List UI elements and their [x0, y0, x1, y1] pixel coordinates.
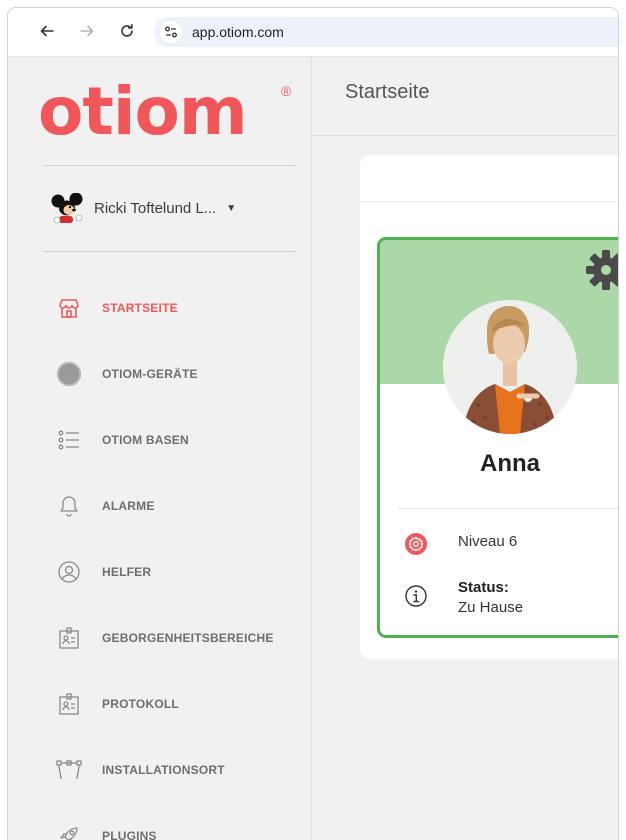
- browser-window: app.otiom.com otiom ® Ricki Toftelund L.…: [7, 7, 619, 840]
- avatar: [50, 192, 90, 224]
- sidebar-item-otiom-basen[interactable]: OTIOM BASEN: [56, 425, 306, 455]
- reload-icon: [121, 24, 133, 37]
- id-badge-icon: [56, 625, 82, 651]
- rocket-icon: [56, 823, 82, 840]
- gear-icon[interactable]: [584, 248, 618, 297]
- sidebar-item-installationsort[interactable]: INSTALLATIONSORT: [56, 755, 306, 785]
- sidebar-item-label: PROTOKOLL: [102, 697, 179, 711]
- arrow-right-icon: [80, 25, 94, 37]
- caret-down-icon: ▼: [226, 202, 237, 214]
- device-circle-icon: [56, 361, 82, 387]
- sidebar-item-alarme[interactable]: ALARME: [56, 491, 306, 521]
- level-text: Niveau 6: [458, 533, 518, 550]
- status-row: Status: Zu Hause: [404, 578, 523, 618]
- user-menu[interactable]: Ricki Toftelund L... ▼: [50, 192, 290, 224]
- sidebar-item-label: PLUGINS: [102, 829, 157, 840]
- route-icon: [56, 757, 82, 783]
- page-header: Startseite: [312, 57, 618, 136]
- bell-icon: [56, 493, 82, 519]
- panel-divider: [360, 201, 618, 202]
- sidebar: otiom ® Ricki Toftelund L... ▼ STARTSEIT…: [8, 57, 312, 840]
- person-name: Anna: [480, 450, 540, 477]
- status-value: Zu Hause: [458, 599, 524, 616]
- sidebar-item-label: OTIOM BASEN: [102, 433, 189, 447]
- registered-mark: ®: [281, 83, 292, 99]
- url-text[interactable]: app.otiom.com: [192, 24, 284, 40]
- active-indicator: [295, 285, 311, 317]
- sidebar-item-startseite[interactable]: STARTSEITE: [56, 293, 306, 323]
- back-button[interactable]: [36, 20, 58, 42]
- reload-button[interactable]: [116, 20, 138, 42]
- id-badge-icon: [56, 691, 82, 717]
- otiom-logo[interactable]: otiom: [38, 79, 248, 145]
- page-title: Startseite: [345, 81, 430, 103]
- user-circle-icon: [56, 559, 82, 585]
- sidebar-item-label: HELFER: [102, 565, 152, 579]
- address-bar[interactable]: app.otiom.com: [154, 17, 618, 47]
- sidebar-item-otiom-geraete[interactable]: OTIOM-GERÄTE: [56, 359, 306, 389]
- sidebar-item-protokoll[interactable]: PROTOKOLL: [56, 689, 306, 719]
- arrow-left-icon: [40, 25, 54, 37]
- list-icon: [56, 427, 82, 453]
- sidebar-item-label: OTIOM-GERÄTE: [102, 367, 198, 381]
- level-gear-icon: [404, 532, 428, 556]
- sidebar-item-label: ALARME: [102, 499, 155, 513]
- sidebar-divider: [43, 165, 295, 166]
- status-label: Status:: [458, 579, 509, 596]
- site-settings-icon[interactable]: [160, 21, 182, 43]
- user-name: Ricki Toftelund L...: [94, 199, 217, 217]
- info-icon: [404, 584, 428, 608]
- sidebar-item-label: STARTSEITE: [102, 301, 178, 315]
- content-panel: Anna Niveau 6 Status: Zu Hause: [360, 155, 618, 659]
- forward-button[interactable]: [76, 20, 98, 42]
- home-store-icon: [56, 295, 82, 321]
- sidebar-divider: [43, 251, 295, 252]
- main-content: Startseite Anna Niveau 6 Status: Zu Haus…: [312, 57, 618, 840]
- status-text: Status: Zu Hause: [458, 578, 523, 618]
- sidebar-item-label: GEBORGENHEITSBEREICHE: [102, 631, 274, 645]
- person-card[interactable]: Anna Niveau 6 Status: Zu Hause: [377, 237, 618, 638]
- sidebar-item-plugins[interactable]: PLUGINS: [56, 821, 306, 840]
- profile-photo: [443, 300, 577, 434]
- level-row: Niveau 6: [404, 532, 517, 556]
- browser-toolbar: app.otiom.com: [8, 8, 618, 57]
- sidebar-item-geborgenheitsbereiche[interactable]: GEBORGENHEITSBEREICHE: [56, 623, 306, 653]
- sidebar-item-helfer[interactable]: HELFER: [56, 557, 306, 587]
- sidebar-item-label: INSTALLATIONSORT: [102, 763, 225, 777]
- card-divider: [398, 508, 618, 509]
